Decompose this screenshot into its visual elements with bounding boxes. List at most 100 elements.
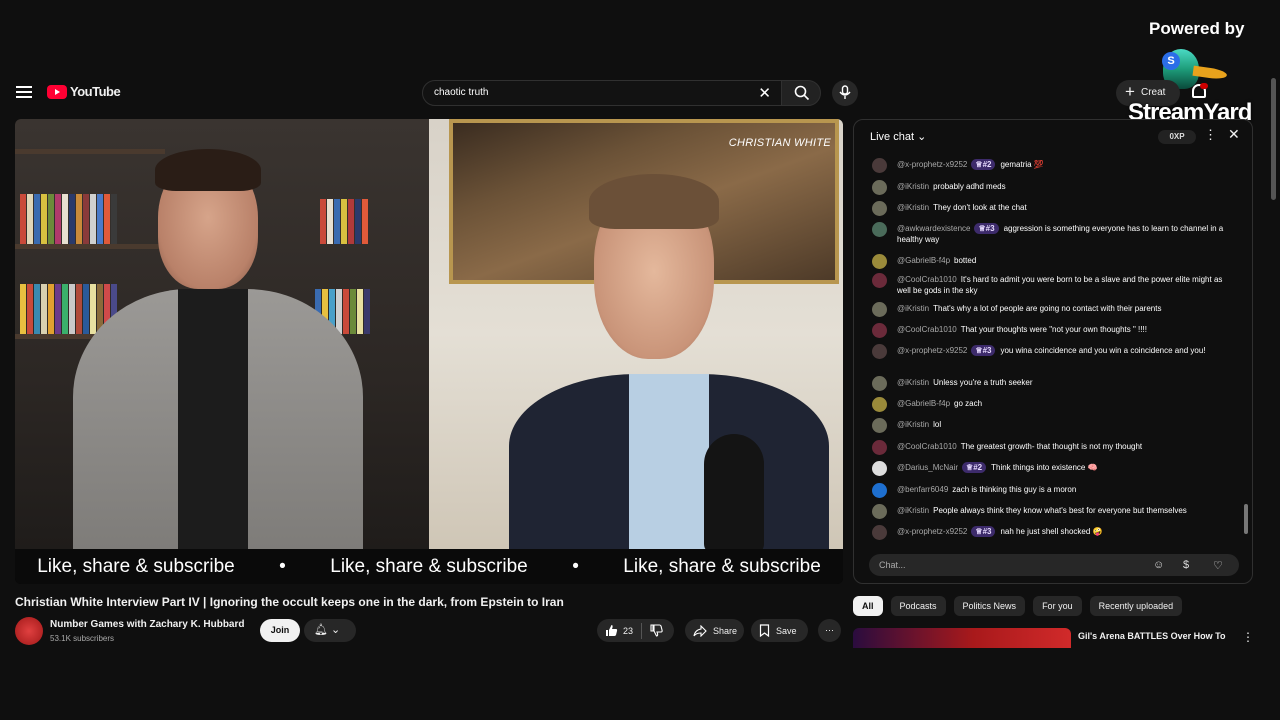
clear-icon[interactable]: ✕ bbox=[758, 84, 771, 102]
chat-author[interactable]: @iKristin bbox=[897, 203, 929, 212]
close-icon[interactable]: ✕ bbox=[1228, 126, 1240, 143]
chevron-down-icon: ⌄ bbox=[917, 131, 927, 143]
chat-mode-selector[interactable]: Live chat ⌄ bbox=[870, 130, 926, 143]
bookmark-icon bbox=[759, 624, 770, 637]
chat-avatar[interactable] bbox=[872, 440, 887, 455]
member-badge: ♕#2 bbox=[962, 462, 987, 473]
heart-icon[interactable]: ♡ bbox=[1213, 559, 1223, 572]
xp-badge[interactable]: 0XP bbox=[1158, 130, 1196, 144]
share-button[interactable]: Share bbox=[685, 619, 744, 642]
chip-all[interactable]: All bbox=[853, 596, 883, 616]
chat-avatar[interactable] bbox=[872, 344, 887, 359]
chat-author[interactable]: @CoolCrab1010 bbox=[897, 325, 957, 334]
more-vert-icon[interactable]: ⋮ bbox=[1242, 630, 1254, 644]
chip-recently-uploaded[interactable]: Recently uploaded bbox=[1089, 596, 1183, 616]
chat-avatar[interactable] bbox=[872, 222, 887, 237]
video-player[interactable]: CHRISTIAN WHITE Like, share & subscribe … bbox=[15, 119, 843, 584]
chat-text: Think things into existence 🧠 bbox=[991, 463, 1098, 472]
thumbs-up-icon[interactable] bbox=[605, 624, 618, 637]
chat-text: lol bbox=[933, 420, 942, 429]
chat-author[interactable]: @CoolCrab1010 bbox=[897, 275, 957, 284]
chat-author[interactable]: @Darius_McNair bbox=[897, 463, 958, 472]
chat-author[interactable]: @GabrielB-f4p bbox=[897, 256, 950, 265]
chat-author[interactable]: @iKristin bbox=[897, 420, 929, 429]
chat-text: That's why a lot of people are going no … bbox=[933, 304, 1162, 313]
search-button[interactable] bbox=[781, 80, 821, 106]
chat-author[interactable]: @x-prophetz-x9252 bbox=[897, 160, 967, 169]
chevron-down-icon: ⌄ bbox=[331, 624, 341, 636]
notification-badge bbox=[1200, 83, 1208, 89]
streamyard-powered-by: Powered by bbox=[1149, 19, 1245, 38]
streamyard-s-icon: S bbox=[1162, 52, 1180, 70]
chat-avatar[interactable] bbox=[872, 461, 887, 476]
chat-avatar[interactable] bbox=[872, 273, 887, 288]
chat-author[interactable]: @GabrielB-f4p bbox=[897, 399, 950, 408]
chat-avatar[interactable] bbox=[872, 483, 887, 498]
camera-feed-left bbox=[15, 119, 429, 559]
chat-author[interactable]: @benfarr6049 bbox=[897, 485, 948, 494]
more-vert-icon[interactable]: ⋮ bbox=[1204, 127, 1217, 143]
bell-icon: 🔔︎ bbox=[314, 624, 328, 636]
chat-author[interactable]: @awkwardexistence bbox=[897, 224, 970, 233]
chat-avatar[interactable] bbox=[872, 525, 887, 540]
chat-text: The greatest growth- that thought is not… bbox=[960, 442, 1143, 451]
logo-text: YouTube bbox=[70, 84, 121, 99]
chip-politics-news[interactable]: Politics News bbox=[953, 596, 1026, 616]
recommended-video-title[interactable]: Gil's Arena BATTLES Over How To bbox=[1078, 630, 1226, 648]
chat-author[interactable]: @CoolCrab1010 bbox=[897, 442, 957, 451]
like-dislike-group[interactable]: 23 bbox=[597, 619, 674, 642]
channel-name[interactable]: Number Games with Zachary K. Hubbard bbox=[50, 619, 245, 630]
chat-author[interactable]: @x-prophetz-x9252 bbox=[897, 527, 967, 536]
chat-input[interactable]: Chat... ☺ $ ♡ bbox=[869, 554, 1239, 576]
recommended-video-thumbnail[interactable] bbox=[853, 628, 1071, 648]
chat-avatar[interactable] bbox=[872, 158, 887, 173]
chat-author[interactable]: @iKristin bbox=[897, 378, 929, 387]
channel-avatar[interactable] bbox=[15, 617, 43, 645]
live-chat-panel: Live chat ⌄ 0XP ⋮ ✕ @x-prophetz-x9252 ♕#2… bbox=[853, 119, 1253, 584]
search-icon bbox=[794, 85, 810, 101]
chat-author[interactable]: @iKristin bbox=[897, 304, 929, 313]
subscribed-button[interactable]: 🔔︎ ⌄ bbox=[304, 619, 356, 642]
chip-podcasts[interactable]: Podcasts bbox=[890, 596, 946, 616]
save-button[interactable]: Save bbox=[751, 619, 808, 642]
subscriber-count: 53.1K subscribers bbox=[50, 634, 115, 643]
chat-author[interactable]: @iKristin bbox=[897, 506, 929, 515]
chat-text: go zach bbox=[954, 399, 983, 408]
chat-text: nah he just shell shocked 🤪 bbox=[1000, 527, 1103, 536]
member-badge: ♕#3 bbox=[971, 526, 996, 537]
ticker-separator: • bbox=[279, 555, 286, 577]
search-input[interactable]: chaotic truth ✕ bbox=[422, 80, 782, 106]
chat-text: zach is thinking this guy is a moron bbox=[952, 485, 1077, 494]
chat-author[interactable]: @iKristin bbox=[897, 182, 929, 191]
chat-text: They don't look at the chat bbox=[933, 203, 1027, 212]
thumbs-down-icon[interactable] bbox=[650, 624, 663, 637]
chat-avatar[interactable] bbox=[872, 418, 887, 433]
chat-avatar[interactable] bbox=[872, 254, 887, 269]
super-chat-icon[interactable]: $ bbox=[1183, 559, 1189, 571]
chat-avatar[interactable] bbox=[872, 323, 887, 338]
chat-text: botted bbox=[954, 256, 977, 265]
youtube-logo[interactable]: YouTube bbox=[47, 84, 121, 99]
ticker-item: Like, share & subscribe bbox=[330, 555, 528, 577]
emoji-icon[interactable]: ☺ bbox=[1153, 559, 1164, 571]
chat-text: Unless you're a truth seeker bbox=[933, 378, 1033, 387]
menu-icon[interactable] bbox=[16, 86, 32, 98]
voice-search-button[interactable] bbox=[832, 80, 858, 106]
chat-author[interactable]: @x-prophetz-x9252 bbox=[897, 346, 967, 355]
chat-text: That your thoughts were "not your own th… bbox=[960, 325, 1147, 334]
join-button[interactable]: Join bbox=[260, 619, 300, 642]
chat-avatar[interactable] bbox=[872, 180, 887, 195]
chat-avatar[interactable] bbox=[872, 397, 887, 412]
chat-avatar[interactable] bbox=[872, 302, 887, 317]
host-left bbox=[63, 149, 363, 559]
like-count: 23 bbox=[623, 625, 634, 636]
more-actions-button[interactable]: ⋯ bbox=[818, 619, 841, 642]
chat-avatar[interactable] bbox=[872, 376, 887, 391]
chat-avatar[interactable] bbox=[872, 201, 887, 216]
chat-avatar[interactable] bbox=[872, 504, 887, 519]
search-query: chaotic truth bbox=[434, 87, 489, 98]
page-scrollbar[interactable] bbox=[1271, 78, 1276, 200]
chat-messages[interactable]: @x-prophetz-x9252 ♕#2 gematria 💯 @iKristin p… bbox=[854, 154, 1246, 548]
chip-for-you[interactable]: For you bbox=[1033, 596, 1082, 616]
chat-scrollbar[interactable] bbox=[1244, 504, 1248, 534]
